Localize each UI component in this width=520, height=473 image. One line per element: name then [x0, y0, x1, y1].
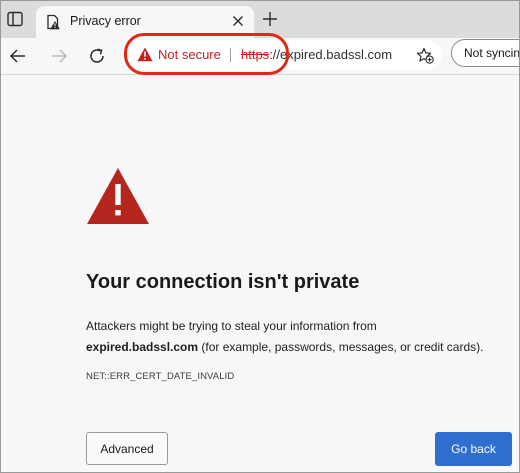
tab-title: Privacy error: [70, 14, 141, 28]
advanced-button[interactable]: Advanced: [86, 432, 168, 465]
tab-actions-icon[interactable]: [6, 10, 24, 28]
url-text[interactable]: https://expired.badssl.com: [241, 47, 392, 62]
plus-icon[interactable]: [262, 11, 278, 27]
error-code: NET::ERR_CERT_DATE_INVALID: [86, 371, 235, 382]
address-bar[interactable]: Not secure https://expired.badssl.com: [126, 40, 442, 70]
description-suffix: (for example, passwords, messages, or cr…: [198, 340, 484, 354]
not-secure-label[interactable]: Not secure: [158, 47, 221, 62]
profile-sync-label: Not syncing: [464, 46, 520, 60]
tab-strip: Privacy error: [0, 0, 520, 38]
description-prefix: Attackers might be trying to steal your …: [86, 319, 377, 333]
refresh-icon[interactable]: [87, 46, 107, 66]
error-description: Attackers might be trying to steal your …: [86, 316, 506, 358]
warning-document-icon: [47, 14, 60, 30]
domain-name: expired.badssl.com: [86, 340, 199, 354]
tab-privacy-error[interactable]: Privacy error: [36, 6, 254, 38]
close-icon[interactable]: [232, 15, 244, 27]
arrow-left-icon[interactable]: [8, 46, 28, 66]
star-plus-icon[interactable]: [416, 47, 434, 64]
go-back-button[interactable]: Go back: [435, 432, 512, 466]
url-host: ://expired.badssl.com: [269, 47, 393, 62]
url-scheme: https: [241, 47, 270, 62]
toolbar: Not secure https://expired.badssl.com No…: [0, 38, 520, 75]
page-title: Your connection isn't private: [86, 271, 360, 293]
profile-sync-button[interactable]: Not syncing: [451, 39, 520, 67]
warning-triangle-icon: [87, 168, 149, 224]
warning-triangle-icon[interactable]: [137, 47, 153, 62]
arrow-right-icon[interactable]: [49, 46, 69, 66]
address-separator: [230, 48, 231, 62]
